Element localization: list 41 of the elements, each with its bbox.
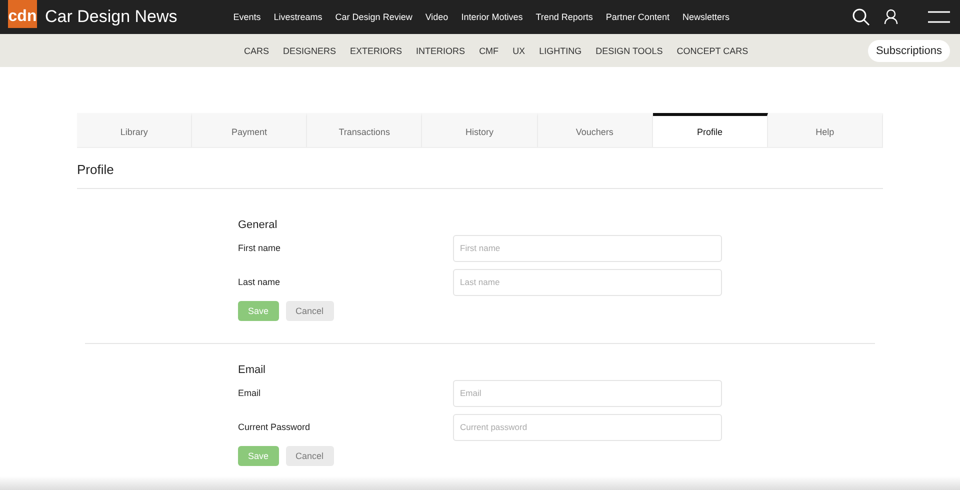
field-label: Last name (238, 277, 280, 287)
section-title: Email (238, 364, 267, 376)
input-field[interactable]: Current password (453, 414, 722, 440)
field-label: Current Password (238, 422, 310, 432)
nav-link[interactable]: Livestreams (274, 12, 322, 22)
section-title: General (238, 219, 278, 231)
tab[interactable]: Transactions (307, 113, 422, 147)
category-link[interactable]: INTERIORS (416, 46, 466, 56)
input-field[interactable]: Last name (453, 268, 722, 296)
category-link[interactable]: UX (512, 46, 526, 56)
tab[interactable]: Payment (192, 113, 308, 147)
nav-link[interactable]: Partner Content (606, 12, 670, 22)
tab[interactable]: Library (77, 113, 192, 147)
search-icon[interactable] (852, 8, 870, 26)
category-link[interactable]: DESIGN TOOLS (596, 46, 663, 56)
category-link[interactable]: CARS (244, 46, 270, 56)
category-link[interactable]: EXTERIORS (350, 46, 402, 56)
input-field[interactable]: First name (453, 234, 722, 262)
nav-link[interactable]: Car Design Review (335, 12, 412, 22)
cancel-button[interactable]: Cancel (286, 301, 334, 321)
cancel-button[interactable]: Cancel (286, 446, 334, 466)
tab[interactable]: Profile (652, 113, 768, 147)
menu-icon[interactable] (928, 11, 950, 23)
nav-link[interactable]: Events (233, 12, 261, 22)
category-link[interactable]: CONCEPT CARS (676, 46, 748, 56)
nav-link[interactable]: Trend Reports (536, 12, 593, 22)
user-icon[interactable] (884, 9, 898, 25)
subscriptions-button[interactable]: Subscriptions (868, 40, 950, 62)
page-title: Profile (77, 148, 883, 189)
category-link[interactable]: DESIGNERS (283, 46, 336, 56)
field-label: First name (238, 243, 281, 253)
nav-link[interactable]: Interior Motives (461, 12, 523, 22)
site-name: Car Design News (45, 7, 178, 27)
nav-link[interactable]: Video (425, 12, 448, 22)
input-field[interactable]: Email (453, 380, 722, 406)
tab[interactable]: Help (768, 113, 883, 147)
category-link[interactable]: LIGHTING (539, 46, 582, 56)
field-label: Email (238, 388, 261, 398)
tab[interactable]: History (422, 113, 538, 147)
nav-link[interactable]: Newsletters (682, 12, 730, 22)
category-link[interactable]: CMF (479, 46, 499, 56)
